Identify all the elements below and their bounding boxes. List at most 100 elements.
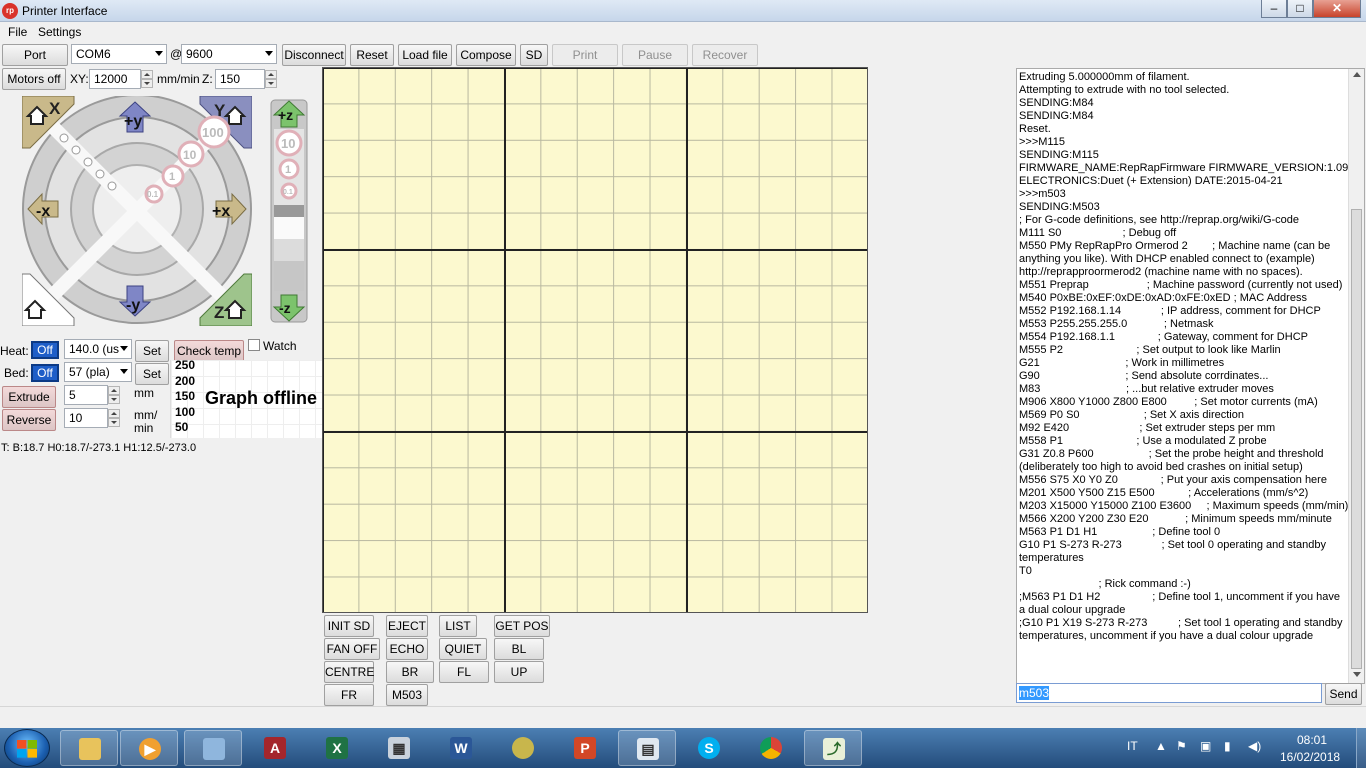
console-log[interactable]: Extruding 5.000000mm of filament. Attemp…: [1016, 68, 1365, 684]
compose-button[interactable]: Compose: [456, 44, 516, 66]
tray-flag-icon[interactable]: ⚑: [1176, 739, 1187, 753]
xy-jog-control[interactable]: X Y Z +y -y -x +x 100 10 1 0.1: [22, 96, 252, 326]
menu-settings[interactable]: Settings: [38, 25, 81, 39]
taskbar-media[interactable]: ▶: [120, 730, 178, 766]
menu-file[interactable]: File: [8, 25, 27, 39]
command-input[interactable]: m503: [1016, 683, 1322, 703]
spin-up-icon[interactable]: [108, 409, 120, 418]
macro-m503-button[interactable]: M503: [386, 684, 428, 706]
macro-fan-off-button[interactable]: FAN OFF: [324, 638, 380, 660]
minimize-button[interactable]: –: [1261, 0, 1287, 18]
bed-temp-select[interactable]: 57 (pla): [64, 362, 132, 382]
baud-select[interactable]: 9600: [181, 44, 277, 64]
start-button[interactable]: [4, 729, 50, 767]
spin-down-icon[interactable]: [265, 79, 277, 88]
taskbar-access[interactable]: A: [246, 730, 304, 766]
bed-off-button[interactable]: Off: [31, 364, 59, 382]
maximize-button[interactable]: □: [1287, 0, 1313, 18]
z-speed-input[interactable]: 150: [215, 69, 277, 89]
macro-fr-button[interactable]: FR: [324, 684, 374, 706]
recover-button[interactable]: Recover: [692, 44, 758, 66]
heat-off-button[interactable]: Off: [31, 341, 59, 359]
printer-app-icon: ⤴: [823, 738, 845, 760]
port-select[interactable]: COM6: [71, 44, 167, 64]
macro-init-sd-button[interactable]: INIT SD: [324, 615, 374, 637]
taskbar-skype[interactable]: S: [680, 730, 738, 766]
taskbar-powerpoint[interactable]: P: [556, 730, 614, 766]
taskbar-app[interactable]: [494, 730, 552, 766]
step-100-label[interactable]: 100: [202, 125, 224, 140]
disconnect-button[interactable]: Disconnect: [282, 44, 346, 66]
show-desktop-button[interactable]: [1356, 728, 1366, 768]
macro-echo-button[interactable]: ECHO: [386, 638, 428, 660]
macro-br-button[interactable]: BR: [386, 661, 434, 683]
macro-quiet-button[interactable]: QUIET: [439, 638, 487, 660]
motors-off-button[interactable]: Motors off: [2, 68, 66, 90]
xy-speed-input[interactable]: 12000: [89, 69, 153, 89]
step-10-label[interactable]: 10: [183, 148, 197, 162]
command-input-value: m503: [1019, 686, 1050, 700]
spin-down-icon[interactable]: [141, 79, 153, 88]
taskbar-excel[interactable]: X: [308, 730, 366, 766]
extrude-amount-input[interactable]: 5: [64, 385, 120, 405]
z-step-1-label[interactable]: 1: [285, 164, 291, 176]
spin-up-icon[interactable]: [141, 70, 153, 79]
sd-button[interactable]: SD: [520, 44, 548, 66]
log-scrollbar[interactable]: [1348, 69, 1364, 683]
clock-time[interactable]: 08:01: [1297, 733, 1327, 747]
taskbar-calculator[interactable]: ▦: [370, 730, 428, 766]
clock-date[interactable]: 16/02/2018: [1280, 750, 1340, 764]
spin-down-icon[interactable]: [108, 418, 120, 427]
graph-y-ticks: 250 200 150 100 50: [175, 358, 195, 436]
bed-temp-value: 57 (pla): [69, 365, 110, 379]
spin-up-icon[interactable]: [265, 70, 277, 79]
taskbar-explorer[interactable]: [60, 730, 118, 766]
volume-icon[interactable]: ◀): [1248, 739, 1261, 753]
home-x-label: X: [49, 99, 61, 118]
watch-checkbox[interactable]: [248, 339, 260, 351]
macro-eject-button[interactable]: EJECT: [386, 615, 428, 637]
taskbar-chrome[interactable]: [742, 730, 800, 766]
scroll-down-icon[interactable]: [1353, 672, 1361, 677]
taskbar-window[interactable]: ▤: [618, 730, 676, 766]
z-step-10-label[interactable]: 10: [281, 136, 295, 151]
network-icon[interactable]: ▮: [1224, 739, 1231, 753]
macro-centre-button[interactable]: CENTRE: [324, 661, 374, 683]
temperature-readout: T: B:18.7 H0:18.7/-273.1 H1:12.5/-273.0: [1, 442, 197, 454]
send-button[interactable]: Send: [1325, 683, 1362, 705]
step-0-1-label[interactable]: 0.1: [147, 190, 159, 199]
macro-fl-button[interactable]: FL: [439, 661, 489, 683]
log-scroll-thumb[interactable]: [1351, 209, 1362, 669]
step-1-label[interactable]: 1: [169, 171, 175, 183]
macro-bl-button[interactable]: BL: [494, 638, 544, 660]
taskbar-paint[interactable]: [184, 730, 242, 766]
heat-set-button[interactable]: Set: [135, 340, 169, 362]
taskbar-word[interactable]: W: [432, 730, 490, 766]
load-file-button[interactable]: Load file: [398, 44, 452, 66]
macro-up-button[interactable]: UP: [494, 661, 544, 683]
tray-expand-icon[interactable]: ▲: [1155, 739, 1167, 753]
pause-button[interactable]: Pause: [622, 44, 688, 66]
reset-button[interactable]: Reset: [350, 44, 394, 66]
language-indicator[interactable]: IT: [1127, 739, 1138, 753]
access-icon: A: [264, 737, 286, 759]
close-button[interactable]: ✕: [1313, 0, 1361, 18]
tray-device-icon[interactable]: ▣: [1200, 739, 1211, 753]
macro-list-button[interactable]: LIST: [439, 615, 477, 637]
extrude-button[interactable]: Extrude: [2, 386, 56, 408]
scroll-up-icon[interactable]: [1353, 72, 1361, 77]
print-button[interactable]: Print: [552, 44, 618, 66]
spin-down-icon[interactable]: [108, 395, 120, 404]
z-step-0-1-label[interactable]: 0.1: [283, 189, 293, 196]
heat-temp-select[interactable]: 140.0 (us: [64, 339, 132, 359]
print-bed-grid[interactable]: [322, 67, 868, 613]
macro-get-pos-button[interactable]: GET POS: [494, 615, 550, 637]
reverse-button[interactable]: Reverse: [2, 409, 56, 431]
extrude-speed-input[interactable]: 10: [64, 408, 120, 428]
skype-icon: S: [698, 737, 720, 759]
spin-up-icon[interactable]: [108, 386, 120, 395]
bed-set-button[interactable]: Set: [135, 363, 169, 385]
z-jog-control[interactable]: +z -z 10 1 0.1: [270, 99, 308, 323]
port-button[interactable]: Port: [2, 44, 68, 66]
taskbar-printer-app[interactable]: ⤴: [804, 730, 862, 766]
